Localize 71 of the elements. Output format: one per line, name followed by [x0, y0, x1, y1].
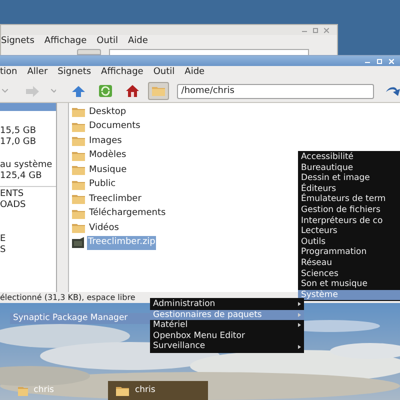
- file-item[interactable]: Desktop: [88, 106, 128, 119]
- menu-item[interactable]: Aide: [128, 35, 148, 49]
- toolbar-button[interactable]: [77, 49, 101, 55]
- menu-item[interactable]: Aller: [27, 66, 48, 80]
- menu-item[interactable]: Bureautique: [298, 162, 400, 174]
- menu-item[interactable]: Dessin et image: [298, 173, 400, 184]
- menu-item[interactable]: tion: [0, 66, 18, 80]
- file-item[interactable]: Musique: [88, 164, 128, 177]
- folder-icon: [72, 150, 85, 161]
- folder-icon: [72, 180, 85, 190]
- menu-item[interactable]: Gestion de fichiers: [298, 204, 400, 216]
- sidebar-item[interactable]: ENTS: [0, 189, 56, 200]
- menu-item[interactable]: Signets: [1, 35, 34, 49]
- menu-item[interactable]: Surveillance: [150, 341, 304, 352]
- sidebar-item[interactable]: 17,0 GB: [0, 137, 56, 148]
- sidebar-item[interactable]: 125,4 GB: [0, 171, 56, 182]
- menu-item[interactable]: Réseau: [298, 258, 400, 269]
- sidebar-item[interactable]: E: [0, 234, 56, 245]
- sidebar-item[interactable]: 15,5 GB: [0, 126, 56, 137]
- menu-item[interactable]: Matériel: [150, 320, 304, 331]
- path-field[interactable]: [109, 49, 309, 55]
- folder-icon: [72, 208, 85, 219]
- home-icon[interactable]: [126, 85, 139, 97]
- folder-button[interactable]: [148, 82, 170, 100]
- menu-item[interactable]: Signets: [58, 66, 92, 80]
- sidebar-item[interactable]: au système: [0, 160, 56, 171]
- folder-icon: [72, 223, 85, 234]
- folder-icon: [72, 136, 85, 146]
- menu-item[interactable]: Lecteurs: [298, 226, 400, 237]
- up-arrow-icon[interactable]: [72, 86, 86, 96]
- menu-item[interactable]: Openbox Menu Editor: [150, 330, 304, 342]
- caret-icon[interactable]: [50, 89, 56, 93]
- menu-item[interactable]: Programmation: [298, 247, 400, 258]
- sidebar-item[interactable]: OADS: [0, 200, 56, 211]
- folder-icon: [72, 122, 85, 132]
- caret-icon[interactable]: [2, 89, 8, 93]
- folder-icon: [116, 386, 129, 396]
- menu-item[interactable]: Administration: [150, 299, 304, 310]
- close-icon[interactable]: [324, 28, 329, 32]
- menu-item[interactable]: Sciences: [298, 268, 400, 280]
- menu-item[interactable]: Interpréteurs de co: [298, 216, 400, 226]
- file-item[interactable]: Treeclimber: [88, 192, 142, 206]
- menu-item[interactable]: Affichage: [44, 35, 87, 49]
- maximize-icon[interactable]: [313, 28, 318, 32]
- file-item[interactable]: Téléchargements: [88, 207, 167, 220]
- sidebar-item[interactable]: S: [0, 245, 56, 256]
- menu-item[interactable]: Accessibilité: [298, 152, 400, 163]
- path-field[interactable]: /home/chris: [177, 84, 374, 98]
- menu-item[interactable]: Émulateurs de term: [298, 194, 400, 205]
- status-text: électionné (31,3 KB), espace libre: [0, 292, 136, 303]
- refresh-icon[interactable]: [99, 85, 112, 97]
- menu-item[interactable]: Affichage: [101, 66, 144, 80]
- file-item[interactable]: Documents: [88, 120, 142, 134]
- menu-item[interactable]: Éditeurs: [298, 184, 400, 194]
- menu-item[interactable]: Aide: [184, 66, 205, 80]
- folder-icon: [72, 165, 85, 176]
- menu-item[interactable]: Outil: [153, 66, 175, 80]
- menu-item[interactable]: Outil: [96, 35, 118, 49]
- folder-icon: [152, 86, 165, 96]
- forward-arrow-icon[interactable]: [26, 86, 39, 96]
- file-item[interactable]: Vidéos: [88, 222, 120, 235]
- menu-item[interactable]: Outils: [298, 236, 400, 248]
- go-arrow-icon[interactable]: [386, 86, 400, 96]
- file-item[interactable]: Public: [88, 178, 117, 192]
- file-item[interactable]: Modèles: [88, 149, 128, 162]
- archive-icon: [72, 237, 84, 248]
- folder-icon: [72, 107, 85, 118]
- taskbar-button[interactable]: chris: [108, 381, 208, 400]
- menu-item[interactable]: Son et musique: [298, 279, 400, 290]
- folder-icon: [72, 194, 85, 204]
- file-item[interactable]: Images: [88, 134, 123, 148]
